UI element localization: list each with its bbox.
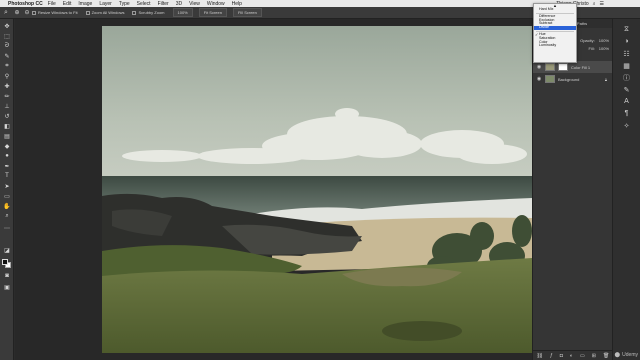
blend-mode-option-checked[interactable]: ✓ Hue <box>534 31 576 37</box>
dodge-tool-icon[interactable]: ● <box>3 152 11 160</box>
scrubby-zoom-checkbox[interactable] <box>132 10 137 15</box>
new-layer-icon[interactable]: ⊞ <box>592 353 596 359</box>
history-panel-icon[interactable]: ⧖ <box>622 25 631 34</box>
menu-filter[interactable]: Filter <box>158 1 169 7</box>
marquee-tool-icon[interactable]: ⬚ <box>3 32 11 40</box>
menu-help[interactable]: Help <box>232 1 242 7</box>
opacity-field[interactable]: 100% <box>599 38 609 43</box>
crop-tool-icon[interactable]: ⌗ <box>3 62 11 70</box>
fit-screen-button[interactable]: Fit Screen <box>198 8 227 17</box>
tools-panel: ✥ ⬚ ᘐ ✎ ⌗ ⚲ ✚ ✏ ⊥ ↺ ◧ ▤ ◆ ● ✒ T ➤ ▭ ✋ ⌕ … <box>0 19 14 360</box>
brush-tool-icon[interactable]: ✏ <box>3 92 11 100</box>
layer-thumbnail <box>545 75 555 83</box>
blend-mode-option[interactable]: Hard Mix <box>534 7 576 12</box>
delete-layer-icon[interactable]: 🗑︎ <box>603 353 609 359</box>
fill-field[interactable]: 100% <box>599 46 609 51</box>
blur-tool-icon[interactable]: ◆ <box>3 142 11 150</box>
visibility-eye-icon[interactable]: ◉ <box>536 76 542 82</box>
checkmark-icon: ✓ <box>535 31 539 37</box>
adjustment-layer-icon[interactable]: ◐ <box>570 353 573 359</box>
shape-tool-icon[interactable]: ▭ <box>3 192 11 200</box>
zoom-in-icon[interactable]: ⊕ <box>12 9 22 16</box>
move-tool-icon[interactable]: ✥ <box>3 22 11 30</box>
layer-row-background[interactable]: ◉ Background 🔒︎ <box>533 73 613 85</box>
layer-style-icon[interactable]: ƒ <box>550 353 553 359</box>
app-menu[interactable]: Photoshop CC <box>8 1 43 7</box>
path-select-tool-icon[interactable]: ➤ <box>3 182 11 190</box>
spotlight-search-icon[interactable]: ⌕ <box>593 1 596 7</box>
pen-tool-icon[interactable]: ✒ <box>3 162 11 170</box>
document-canvas[interactable] <box>102 26 532 353</box>
hand-tool-icon[interactable]: ✋ <box>3 202 11 210</box>
beach-photo <box>102 26 532 353</box>
paragraph-panel-icon[interactable]: ¶ <box>622 109 631 118</box>
healing-brush-tool-icon[interactable]: ✚ <box>3 82 11 90</box>
screen-mode-icon[interactable]: ▣ <box>3 283 11 291</box>
adjustments-panel-icon[interactable]: ◑ <box>622 37 631 46</box>
blend-mode-option-highlighted[interactable]: Divide <box>534 25 576 30</box>
fill-label: Fill: <box>588 45 595 51</box>
gradient-tool-icon[interactable]: ▤ <box>3 132 11 140</box>
menu-layer[interactable]: Layer <box>99 1 112 7</box>
history-brush-tool-icon[interactable]: ↺ <box>3 112 11 120</box>
layer-name: Color Fill 1 <box>571 64 591 70</box>
zoom-100-button[interactable]: 100% <box>172 8 193 17</box>
foreground-color-swatch[interactable] <box>2 259 8 265</box>
lock-icon[interactable]: 🔒︎ <box>605 77 607 82</box>
menu-view[interactable]: View <box>189 1 200 7</box>
quick-select-tool-icon[interactable]: ✎ <box>3 52 11 60</box>
menu-select[interactable]: Select <box>137 1 151 7</box>
zoom-tool-side-icon[interactable]: ⌕ <box>3 212 11 220</box>
blend-mode-option[interactable]: Luminosity <box>534 44 576 48</box>
swatches-panel-icon[interactable]: ▦ <box>622 61 631 70</box>
panel-icon-strip: ⧖ ◑ ☷ ▦ ⓘ ✎ A ¶ ✧ <box>612 19 640 360</box>
menu-image[interactable]: Image <box>78 1 92 7</box>
brushes-panel-icon[interactable]: ✎ <box>622 85 631 94</box>
type-tool-icon[interactable]: T <box>3 172 11 180</box>
scrubby-zoom-option[interactable]: Scrubby Zoom <box>132 10 165 15</box>
resize-windows-checkbox[interactable] <box>32 10 36 15</box>
udemy-watermark: ⬤ Udemy <box>614 352 638 358</box>
opacity-label: Opacity: <box>580 37 595 43</box>
menu-edit[interactable]: Edit <box>63 1 72 7</box>
link-layers-icon[interactable]: ⛓ <box>537 353 543 359</box>
properties-panel-icon[interactable]: ☷ <box>622 49 631 58</box>
clone-stamp-tool-icon[interactable]: ⊥ <box>3 102 11 110</box>
layers-panel: Layers Channels Paths ⌕ Opacity: 100% Fi… <box>532 19 613 360</box>
visibility-eye-icon[interactable]: ◉ <box>536 64 542 70</box>
add-mask-icon[interactable]: ◘ <box>560 353 563 359</box>
layer-thumbnail <box>545 63 555 71</box>
eyedropper-tool-icon[interactable]: ⚲ <box>3 72 11 80</box>
udemy-logo-icon: ⬤ <box>614 352 621 358</box>
blend-mode-dropdown-menu: ▲ Hard Mix Difference Exclusion Subtract… <box>533 3 577 63</box>
zoom-out-icon[interactable]: ⊖ <box>22 9 32 16</box>
more-tools-icon[interactable]: ⋯ <box>3 224 11 232</box>
fill-screen-button[interactable]: Fill Screen <box>232 8 262 17</box>
lasso-tool-icon[interactable]: ᘐ <box>3 42 11 50</box>
character-panel-icon[interactable]: A <box>622 97 631 106</box>
zoom-all-option[interactable]: Zoom All Windows <box>85 10 124 15</box>
eraser-tool-icon[interactable]: ◧ <box>3 122 11 130</box>
zoom-all-checkbox[interactable] <box>85 10 90 15</box>
notification-list-icon[interactable]: ☰ <box>600 1 604 7</box>
default-colors-icon[interactable]: ◪ <box>3 246 11 254</box>
layer-name: Background <box>558 76 580 82</box>
resize-windows-option[interactable]: Resize Windows to Fit <box>32 10 78 15</box>
menu-file[interactable]: File <box>48 1 56 7</box>
layers-panel-footer: ⛓ ƒ ◘ ◐ ▭ ⊞ 🗑︎ <box>533 350 613 360</box>
quick-mask-icon[interactable]: ◙ <box>3 272 11 280</box>
tab-paths[interactable]: Paths <box>577 21 587 26</box>
menu-type[interactable]: Type <box>119 1 130 7</box>
menu-window[interactable]: Window <box>207 1 225 7</box>
info-panel-icon[interactable]: ⓘ <box>622 73 631 82</box>
styles-panel-icon[interactable]: ✧ <box>622 121 631 130</box>
zoom-tool-icon[interactable]: ⌕ <box>0 7 12 19</box>
menu-3d[interactable]: 3D <box>176 1 182 7</box>
new-group-icon[interactable]: ▭ <box>580 353 585 359</box>
layer-mask-thumbnail[interactable] <box>558 63 568 71</box>
